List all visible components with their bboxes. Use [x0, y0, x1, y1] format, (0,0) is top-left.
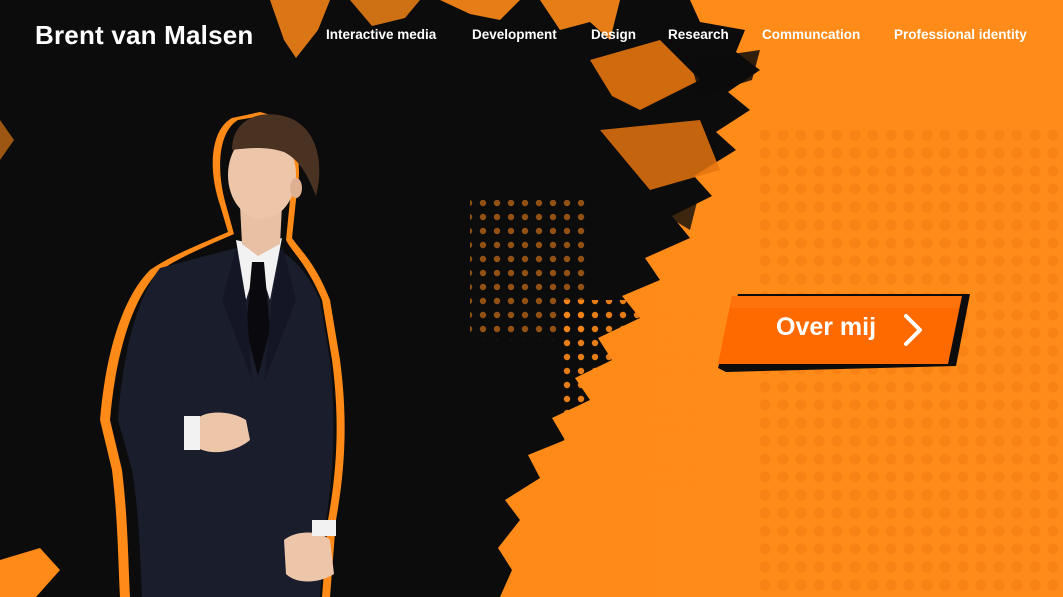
nav-item-design[interactable]: Design [591, 27, 636, 42]
chevron-right-icon [904, 314, 922, 346]
main-nav: Interactive media Development Design Res… [326, 27, 1031, 47]
over-mij-button[interactable]: Over mij [718, 294, 970, 372]
nav-item-professional-identity[interactable]: Professional identity [894, 27, 1027, 42]
nav-item-communcation[interactable]: Communcation [762, 27, 860, 42]
site-title[interactable]: Brent van Malsen [35, 20, 254, 51]
nav-item-interactive-media[interactable]: Interactive media [326, 27, 436, 42]
cta-label: Over mij [776, 313, 877, 341]
nav-item-research[interactable]: Research [668, 27, 729, 42]
nav-item-development[interactable]: Development [472, 27, 557, 42]
hero-section: Brent van Malsen Interactive media Devel… [0, 0, 1063, 597]
